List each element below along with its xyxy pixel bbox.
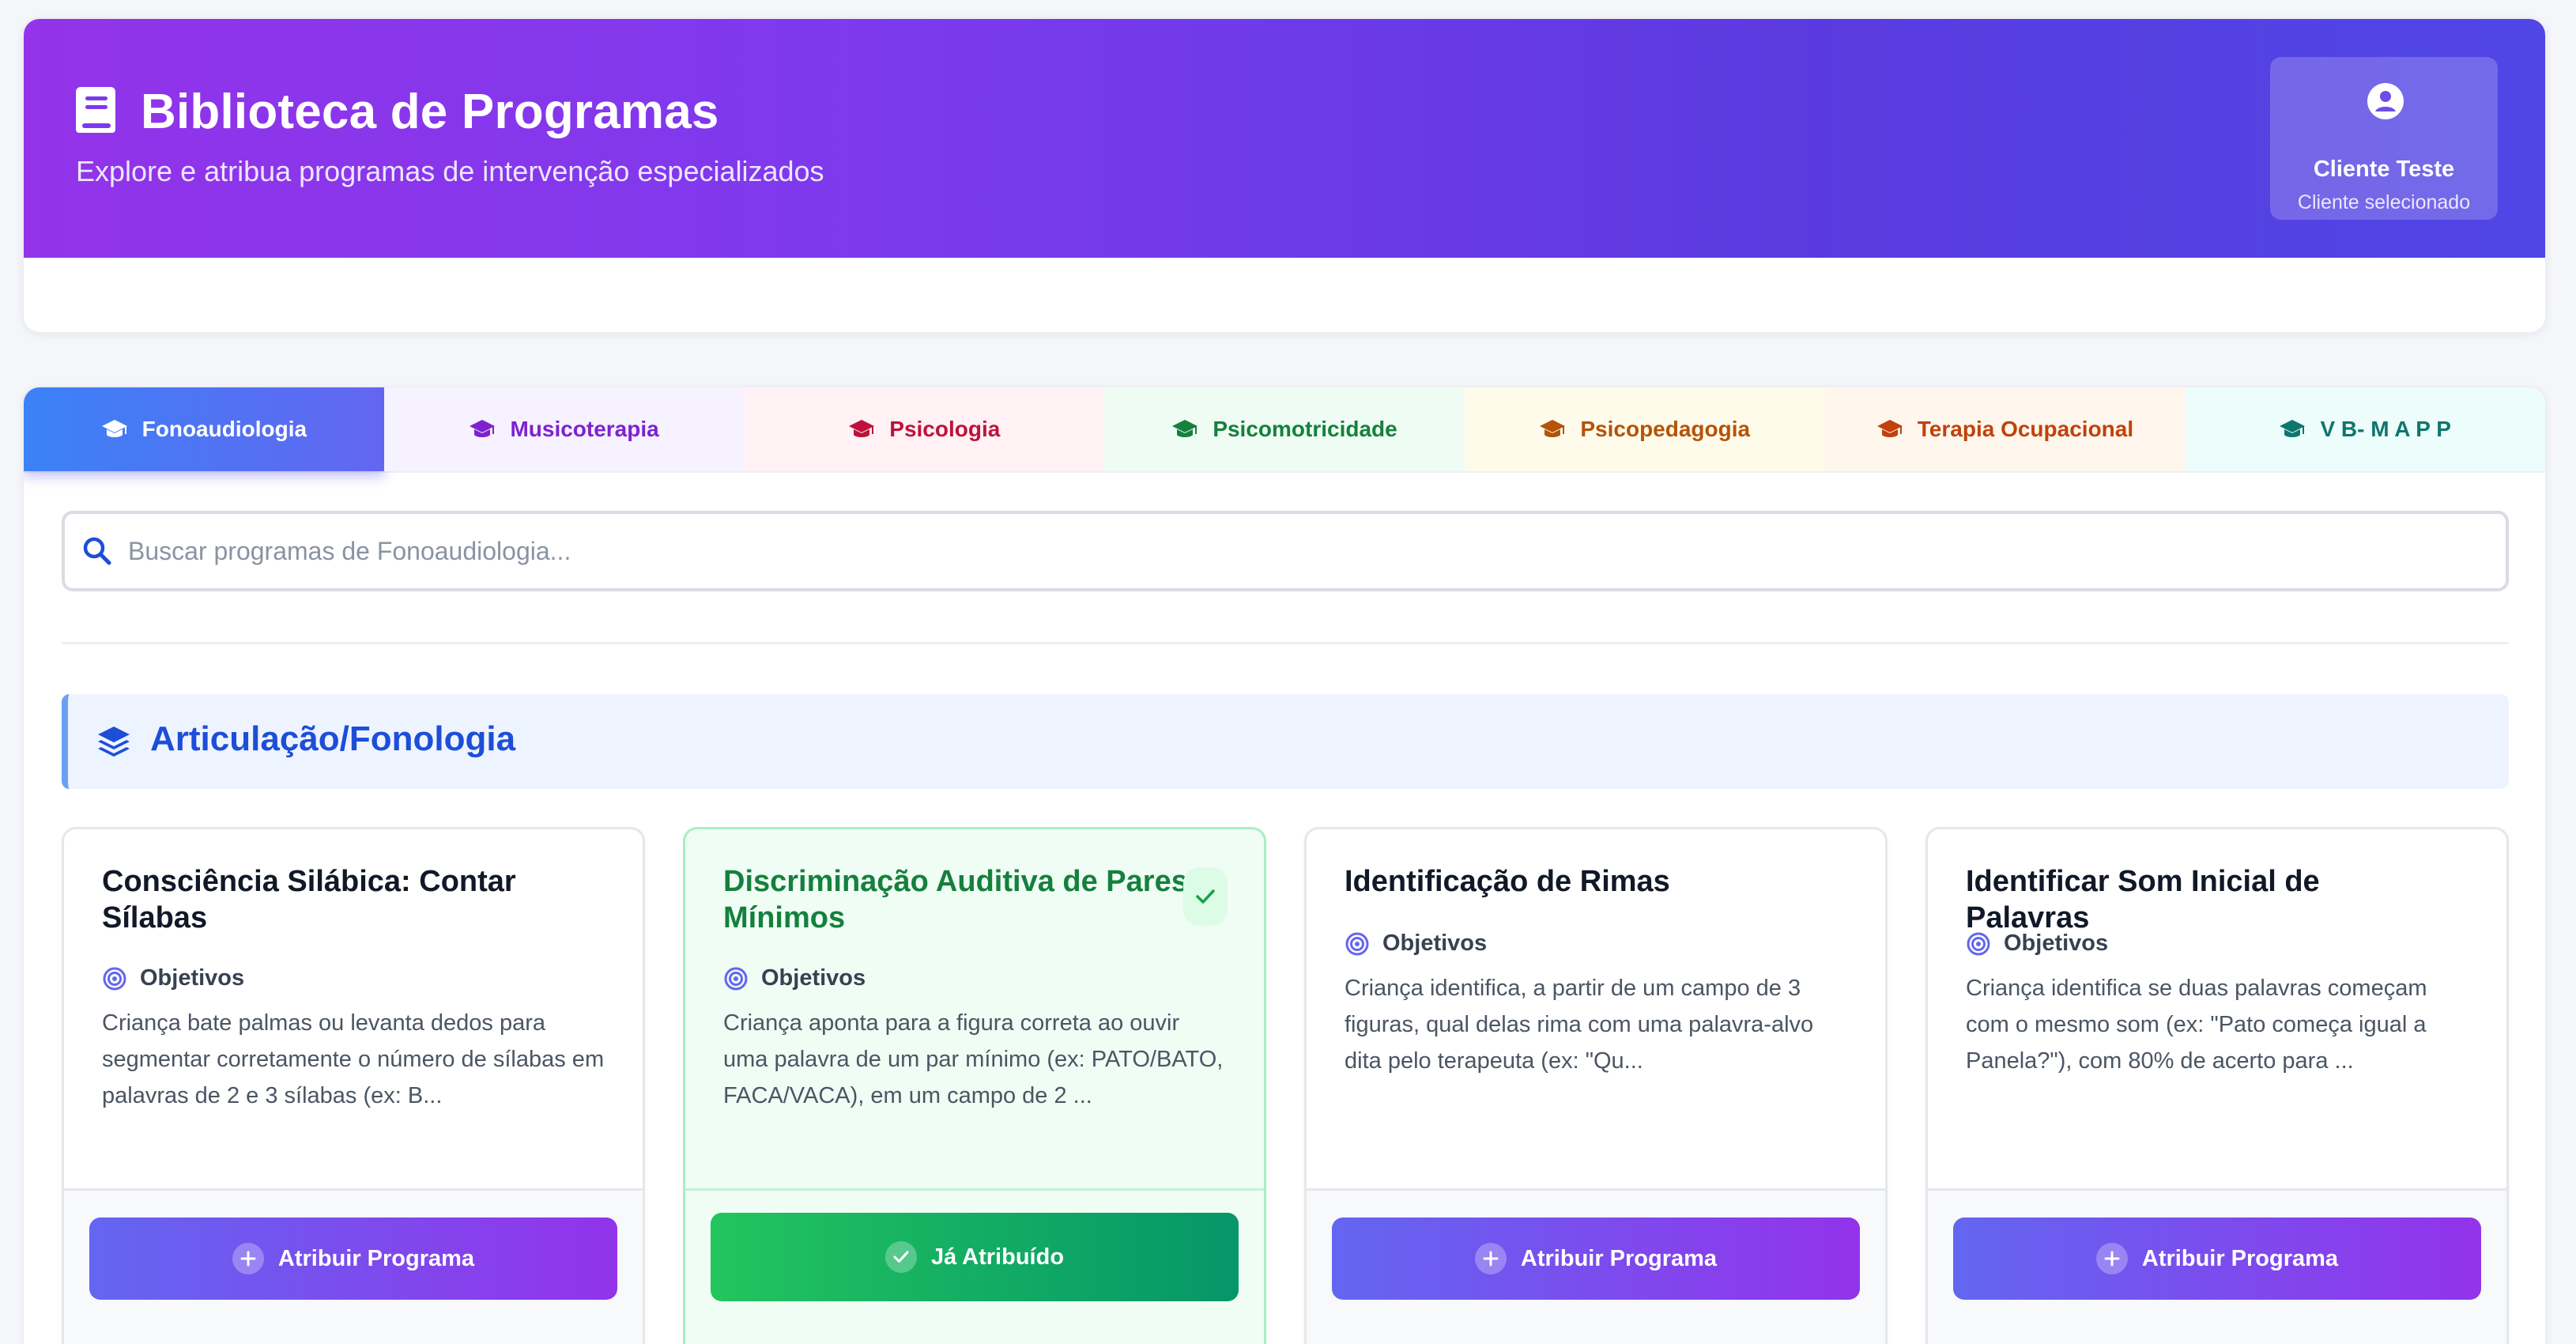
tab-psicomotricidade[interactable]: Psicomotricidade [1104, 387, 1465, 471]
page-subtitle: Explore e atribua programas de intervenç… [76, 155, 824, 187]
program-card: Identificação de Rimas Objetivos Criança… [1304, 827, 1888, 1344]
already-assigned-button[interactable]: Já Atribuído [711, 1213, 1239, 1301]
program-title: Discriminação Auditiva de Pares Mínimos [723, 865, 1188, 934]
tab-label: Psicomotricidade [1213, 417, 1397, 441]
hero-banner: Biblioteca de Programas Explore e atribu… [24, 19, 2545, 258]
graduation-cap-icon [101, 420, 127, 437]
card-footer: Atribuir Programa [1928, 1188, 2506, 1344]
graduation-cap-icon [849, 420, 875, 437]
tab-psicologia[interactable]: Psicologia [744, 387, 1105, 471]
program-title: Identificar Som Inicial de Palavras [1966, 865, 2320, 934]
tab-label: Fonoaudiologia [141, 417, 307, 441]
header-card: Biblioteca de Programas Explore e atribu… [22, 17, 2547, 334]
tab-fonoaudiologia[interactable]: Fonoaudiologia [24, 387, 384, 471]
check-icon [884, 1241, 917, 1273]
plus-icon [2095, 1243, 2128, 1274]
assigned-check-icon [1183, 867, 1228, 926]
button-label: Já Atribuído [930, 1244, 1065, 1270]
user-circle-icon [2367, 83, 2404, 119]
graduation-cap-icon [1540, 420, 1566, 437]
graduation-cap-icon [470, 420, 496, 437]
selected-client-panel[interactable]: Cliente Teste Cliente selecionado [2270, 57, 2498, 220]
client-status: Cliente selecionado [2297, 191, 2471, 213]
layers-icon [98, 727, 130, 757]
tab-label: Musicoterapia [510, 417, 659, 441]
program-description: Criança bate palmas ou levanta dedos par… [102, 1010, 605, 1108]
plus-icon [232, 1243, 264, 1274]
assign-program-button[interactable]: Atribuir Programa [1953, 1218, 2481, 1300]
program-description: Criança aponta para a figura correta ao … [723, 1010, 1224, 1108]
objectives-label: Objetivos [140, 965, 245, 991]
plus-icon [1474, 1243, 1507, 1274]
target-icon [1967, 932, 1990, 955]
target-icon [1345, 932, 1369, 955]
objectives-row: Objetivos [1966, 931, 2108, 957]
tab-psicopedagogia[interactable]: Psicopedagogia [1464, 387, 1825, 471]
button-label: Atribuir Programa [2141, 1245, 2339, 1271]
program-title: Identificação de Rimas [1345, 865, 1670, 898]
client-name: Cliente Teste [2313, 157, 2455, 182]
search-input[interactable] [128, 514, 2484, 588]
assign-program-button[interactable]: Atribuir Programa [89, 1218, 617, 1300]
card-footer: Atribuir Programa [64, 1188, 643, 1344]
program-card: Consciência Silábica: Contar Sílabas Obj… [62, 827, 645, 1344]
divider [62, 642, 2509, 644]
tab-musicoterapia[interactable]: Musicoterapia [383, 387, 745, 471]
target-icon [724, 967, 748, 990]
program-card: Identificar Som Inicial de Palavras Obje… [1925, 827, 2509, 1344]
button-label: Atribuir Programa [1520, 1245, 1718, 1271]
button-label: Atribuir Programa [277, 1245, 475, 1271]
assign-program-button[interactable]: Atribuir Programa [1332, 1218, 1860, 1300]
specialty-tabs: Fonoaudiologia Musicoterapia Psicologia … [24, 387, 2545, 473]
tab-vb-mapp[interactable]: V B- M A P P [2185, 387, 2545, 471]
program-description: Criança identifica, a partir de um campo… [1345, 976, 1814, 1074]
graduation-cap-icon [1876, 420, 1903, 437]
graduation-cap-icon [1172, 420, 1198, 437]
objectives-row: Objetivos [102, 965, 244, 991]
program-description: Criança identifica se duas palavras come… [1966, 976, 2427, 1074]
program-card: Discriminação Auditiva de Pares Mínimos … [683, 827, 1266, 1344]
program-library-panel: Fonoaudiologia Musicoterapia Psicologia … [22, 386, 2547, 1344]
card-footer: Já Atribuído [685, 1188, 1264, 1344]
program-title: Consciência Silábica: Contar Sílabas [102, 865, 516, 934]
page-title: Biblioteca de Programas [141, 85, 719, 139]
tab-label: Terapia Ocupacional [1917, 417, 2134, 441]
graduation-cap-icon [2280, 420, 2306, 437]
book-icon [76, 87, 115, 133]
objectives-row: Objetivos [723, 965, 866, 991]
tab-label: Psicologia [889, 417, 1001, 441]
objectives-label: Objetivos [1382, 931, 1488, 956]
tab-label: Psicopedagogia [1580, 417, 1751, 441]
objectives-label: Objetivos [761, 965, 866, 991]
section-title: Articulação/Fonologia [150, 719, 516, 758]
tab-terapia-ocupacional[interactable]: Terapia Ocupacional [1824, 387, 2186, 471]
card-footer: Atribuir Programa [1307, 1188, 1885, 1344]
search-icon [83, 537, 111, 565]
target-icon [103, 967, 126, 990]
tab-label: V B- M A P P [2320, 417, 2451, 441]
section-header: Articulação/Fonologia [62, 694, 2509, 789]
objectives-row: Objetivos [1345, 931, 1487, 957]
objectives-label: Objetivos [2004, 931, 2109, 956]
search-box[interactable] [62, 511, 2509, 591]
